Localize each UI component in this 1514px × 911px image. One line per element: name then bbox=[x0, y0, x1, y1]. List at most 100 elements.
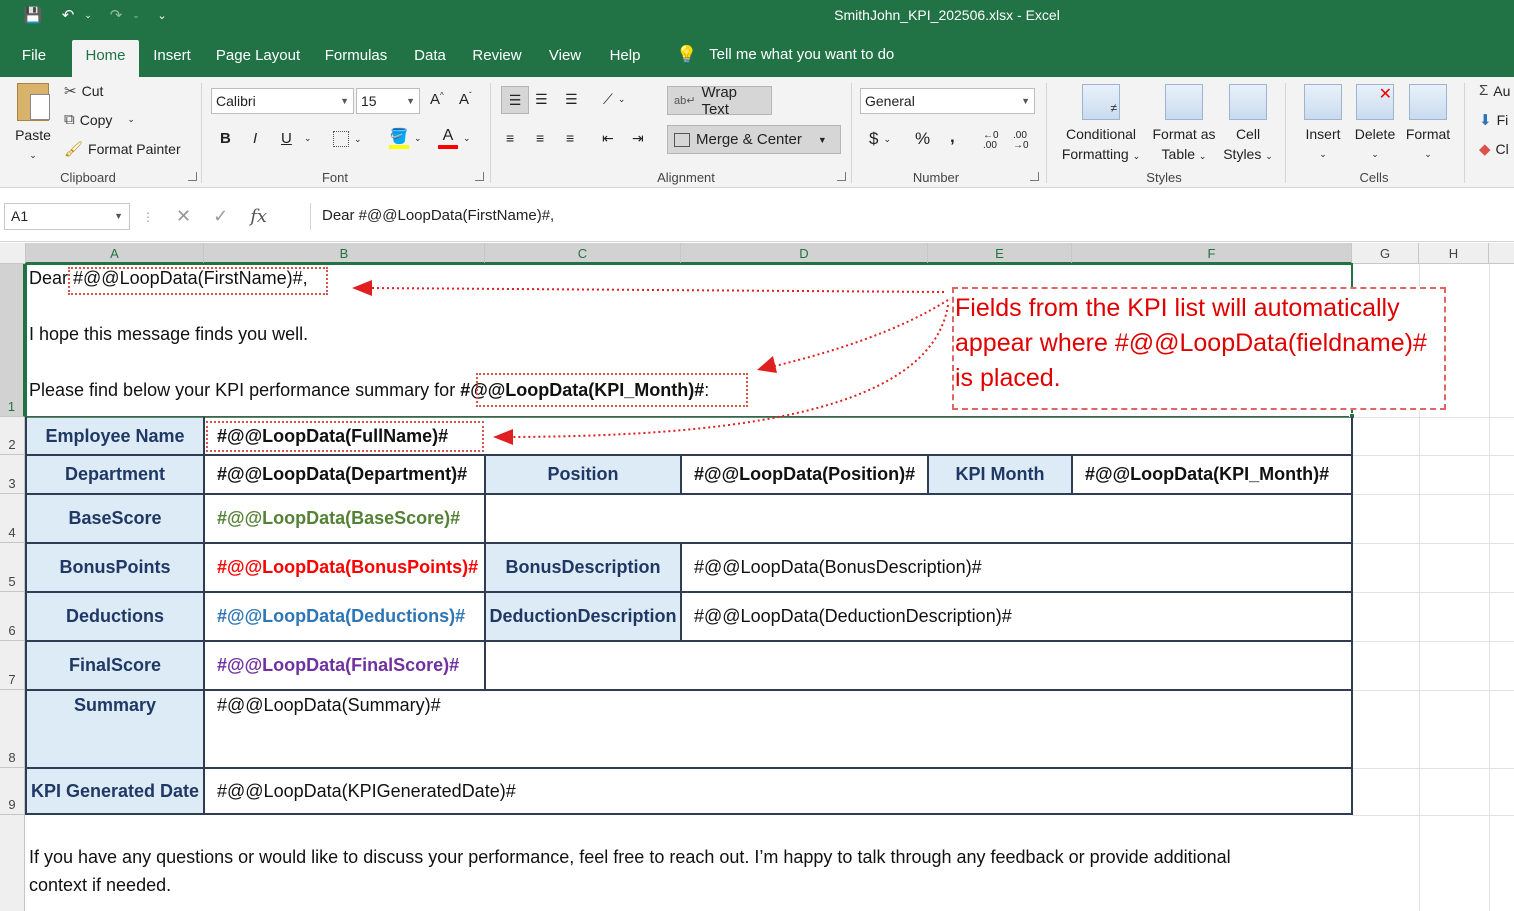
basescore-label: BaseScore bbox=[27, 495, 203, 542]
decrease-font-button[interactable]: Aˇ bbox=[459, 91, 472, 108]
italic-button[interactable]: I bbox=[253, 130, 257, 147]
row-header-8[interactable]: 8 bbox=[0, 690, 25, 768]
separator bbox=[1464, 83, 1465, 183]
formula-input[interactable]: Dear #@@LoopData(FirstName)#, bbox=[310, 203, 1514, 230]
column-header-g[interactable]: G bbox=[1352, 243, 1419, 264]
summary-value[interactable]: #@@LoopData(Summary)# bbox=[205, 691, 1351, 767]
column-header-h[interactable]: H bbox=[1419, 243, 1489, 264]
column-header-a[interactable]: A bbox=[26, 243, 204, 264]
generated-date-value[interactable]: #@@LoopData(KPIGeneratedDate)# bbox=[205, 769, 1351, 814]
autosum-button[interactable]: Σ Au bbox=[1479, 82, 1510, 99]
fill-button[interactable]: ⬇ Fi bbox=[1479, 111, 1508, 129]
position-value[interactable]: #@@LoopData(Position)# bbox=[682, 456, 927, 493]
select-all-corner[interactable] bbox=[0, 243, 26, 264]
tell-me-box[interactable]: 💡 Tell me what you want to do bbox=[676, 40, 894, 70]
tab-data[interactable]: Data bbox=[406, 40, 454, 77]
paste-button[interactable]: Paste ⌄ bbox=[10, 83, 56, 165]
font-name-combo[interactable]: Calibri ▼ bbox=[211, 88, 354, 114]
borders-button[interactable]: ⌄ bbox=[333, 131, 362, 147]
align-middle-button[interactable]: ☰ bbox=[535, 91, 548, 108]
column-header-b[interactable]: B bbox=[204, 243, 485, 264]
clipboard-group-label: Clipboard bbox=[60, 170, 116, 185]
bold-button[interactable]: B bbox=[220, 130, 231, 147]
tab-view[interactable]: View bbox=[540, 40, 590, 77]
empty-cell[interactable] bbox=[486, 642, 1351, 689]
font-size-value: 15 bbox=[361, 93, 377, 109]
column-header-d[interactable]: D bbox=[681, 243, 928, 264]
enter-icon[interactable]: ✓ bbox=[213, 206, 228, 227]
conditional-formatting-button[interactable]: ≠ Conditional Formatting ⌄ bbox=[1058, 84, 1144, 166]
merge-center-label: Merge & Center bbox=[696, 131, 802, 148]
clear-button[interactable]: ◆ Cl bbox=[1479, 140, 1509, 158]
row-header-7[interactable]: 7 bbox=[0, 641, 25, 690]
tab-help[interactable]: Help bbox=[600, 40, 650, 77]
fill-color-button[interactable]: 🪣 ⌄ bbox=[389, 127, 422, 149]
font-size-combo[interactable]: 15 ▼ bbox=[356, 88, 420, 114]
decrease-decimal-button[interactable]: .00 →0 bbox=[1013, 131, 1029, 151]
bonus-description-value[interactable]: #@@LoopData(BonusDescription)# bbox=[682, 544, 1351, 591]
increase-font-button[interactable]: A^ bbox=[430, 91, 444, 108]
format-as-table-button[interactable]: Format as Table ⌄ bbox=[1149, 84, 1219, 166]
font-color-button[interactable]: A ⌄ bbox=[438, 127, 471, 149]
clipboard-launcher-icon[interactable] bbox=[188, 172, 197, 181]
align-bottom-button[interactable]: ☰ bbox=[565, 91, 578, 108]
kpi-month-value[interactable]: #@@LoopData(KPI_Month)# bbox=[1073, 456, 1351, 493]
column-header-c[interactable]: C bbox=[485, 243, 681, 264]
insert-function-icon[interactable]: fx bbox=[250, 206, 267, 227]
number-format-combo[interactable]: General ▼ bbox=[860, 88, 1035, 114]
currency-button[interactable]: $ ⌄ bbox=[869, 129, 891, 149]
name-box[interactable]: A1 ▼ bbox=[4, 203, 130, 230]
gridline bbox=[1489, 264, 1490, 911]
underline-dropdown-icon[interactable]: ⌄ bbox=[304, 133, 312, 144]
align-left-button[interactable]: ≡ bbox=[506, 130, 514, 146]
cell-styles-button[interactable]: Cell Styles ⌄ bbox=[1219, 84, 1277, 166]
number-launcher-icon[interactable] bbox=[1030, 172, 1039, 181]
copy-button[interactable]: ⧉ Copy ⌄ bbox=[64, 111, 135, 128]
finalscore-value[interactable]: #@@LoopData(FinalScore)# bbox=[205, 642, 484, 689]
row-header-9[interactable]: 9 bbox=[0, 768, 25, 815]
tab-review[interactable]: Review bbox=[466, 40, 528, 77]
align-right-button[interactable]: ≡ bbox=[566, 130, 574, 146]
tab-formulas[interactable]: Formulas bbox=[318, 40, 394, 77]
bonuspoints-value[interactable]: #@@LoopData(BonusPoints)# bbox=[205, 544, 484, 591]
column-header-f[interactable]: F bbox=[1072, 243, 1352, 264]
underline-button[interactable]: U bbox=[281, 130, 292, 147]
insert-cells-button[interactable]: Insert ⌄ bbox=[1298, 84, 1348, 164]
increase-indent-button[interactable]: ⇥ bbox=[632, 130, 644, 147]
basescore-value[interactable]: #@@LoopData(BaseScore)# bbox=[205, 495, 484, 542]
row-header-2[interactable]: 2 bbox=[0, 417, 25, 455]
row-header-3[interactable]: 3 bbox=[0, 455, 25, 494]
row-header-1[interactable]: 1 bbox=[0, 264, 25, 417]
comma-button[interactable]: , bbox=[950, 127, 955, 147]
department-value[interactable]: #@@LoopData(Department)# bbox=[205, 456, 484, 493]
align-top-button[interactable]: ☰ bbox=[501, 86, 529, 114]
format-painter-button[interactable]: 🖌 Format Painter bbox=[64, 140, 181, 158]
decrease-indent-button[interactable]: ⇤ bbox=[602, 130, 614, 147]
column-header-e[interactable]: E bbox=[928, 243, 1072, 264]
format-cells-button[interactable]: Format ⌄ bbox=[1402, 84, 1454, 164]
orientation-button[interactable]: ⟋ ⌄ bbox=[603, 91, 625, 108]
tab-page-layout[interactable]: Page Layout bbox=[210, 40, 306, 77]
tab-insert[interactable]: Insert bbox=[146, 40, 198, 77]
row-header-5[interactable]: 5 bbox=[0, 543, 25, 592]
font-launcher-icon[interactable] bbox=[475, 172, 484, 181]
row-header-6[interactable]: 6 bbox=[0, 592, 25, 641]
paintbrush-icon: 🖌 bbox=[64, 141, 84, 158]
percent-button[interactable]: % bbox=[915, 129, 930, 149]
cancel-icon[interactable]: ✕ bbox=[176, 206, 191, 227]
deductions-value[interactable]: #@@LoopData(Deductions)# bbox=[205, 593, 484, 640]
separator bbox=[1285, 83, 1286, 183]
delete-cells-button[interactable]: ✕ Delete ⌄ bbox=[1350, 84, 1400, 164]
increase-decimal-button[interactable]: ←0.00 bbox=[983, 131, 999, 151]
wrap-text-button[interactable]: ab↵ Wrap Text bbox=[667, 84, 772, 118]
alignment-launcher-icon[interactable] bbox=[837, 172, 846, 181]
cut-button[interactable]: ✂ Cut bbox=[64, 82, 103, 100]
deduction-description-value[interactable]: #@@LoopData(DeductionDescription)# bbox=[682, 593, 1351, 640]
tab-file[interactable]: File bbox=[8, 40, 60, 77]
row-header-4[interactable]: 4 bbox=[0, 494, 25, 543]
align-center-button[interactable]: ≡ bbox=[536, 130, 544, 146]
merge-center-button[interactable]: Merge & Center ▼ bbox=[667, 125, 841, 154]
row-header-10[interactable] bbox=[0, 815, 25, 911]
tab-home[interactable]: Home bbox=[72, 40, 139, 77]
empty-cell[interactable] bbox=[486, 495, 1351, 542]
